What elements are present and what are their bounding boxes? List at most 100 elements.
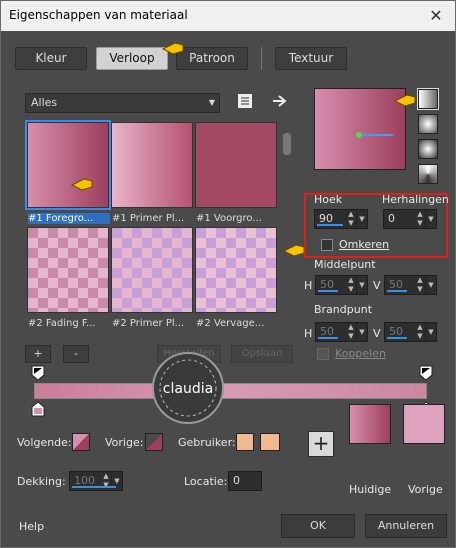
close-button[interactable]: ✕ bbox=[425, 5, 447, 27]
library-icon[interactable] bbox=[237, 93, 253, 109]
category-dropdown[interactable]: Alles ▼ bbox=[25, 93, 220, 113]
angle-input[interactable]: 90 ▲ ▼ ▼ bbox=[314, 209, 368, 229]
repeat-label: Herhalingen bbox=[382, 193, 449, 206]
prev-stop-swatch[interactable] bbox=[145, 433, 163, 451]
material-properties-dialog: Eigenschappen van materiaal ✕ Kleur Verl… bbox=[0, 0, 456, 548]
color-stop-marker-icon[interactable] bbox=[31, 401, 45, 417]
swatch-label: #1 Primer Pl... bbox=[112, 213, 185, 224]
center-label: Middelpunt bbox=[314, 258, 376, 271]
hand-pointer-icon bbox=[282, 244, 305, 257]
tab-separator bbox=[261, 47, 262, 70]
chevron-down-icon[interactable]: ▼ bbox=[356, 210, 367, 228]
sunburst-style-button[interactable] bbox=[418, 139, 438, 159]
gradient-swatch[interactable]: #1 Primer Pl... bbox=[111, 122, 193, 224]
location-label: Locatie: bbox=[184, 475, 228, 488]
value-bar bbox=[387, 290, 407, 292]
swatch-label: #1 Foregro... bbox=[28, 213, 110, 224]
center-v-input[interactable]: 50 ▲ ▼ ▼ bbox=[384, 275, 437, 295]
chevron-down-icon[interactable]: ▼ bbox=[425, 323, 436, 341]
current-material-swatch[interactable] bbox=[349, 404, 391, 444]
gradient-editor-bar[interactable] bbox=[34, 383, 427, 399]
gradient-swatch[interactable]: #2 Primer Pl... bbox=[111, 227, 193, 329]
repeat-input[interactable]: 0 ▲ ▼ ▼ bbox=[383, 209, 437, 229]
watermark-text: claudia bbox=[163, 381, 213, 397]
swatch-label: #2 Fading F... bbox=[28, 318, 96, 329]
opacity-stop-marker-icon[interactable] bbox=[419, 365, 433, 381]
invert-checkbox[interactable] bbox=[321, 239, 333, 251]
category-value: Alles bbox=[31, 96, 58, 109]
opacity-label: Dekking: bbox=[17, 475, 66, 488]
chevron-down-icon[interactable]: ▼ bbox=[425, 276, 436, 294]
hand-pointer-icon bbox=[70, 178, 93, 191]
watermark-logo: claudia bbox=[152, 352, 224, 424]
add-swatch-button[interactable]: + bbox=[308, 431, 334, 457]
location-input[interactable]: 0 bbox=[228, 471, 262, 491]
link-label: Koppelen bbox=[335, 347, 386, 360]
focal-v-label: V bbox=[373, 327, 381, 340]
gradient-swatch[interactable]: #1 Foregro... bbox=[25, 120, 111, 224]
location-value: 0 bbox=[233, 474, 240, 487]
scroll-thumb[interactable] bbox=[283, 133, 291, 155]
user-label: Gebruiker: bbox=[178, 436, 236, 449]
repeat-value: 0 bbox=[388, 212, 395, 225]
hand-pointer-icon bbox=[161, 42, 184, 55]
gradient-swatch[interactable]: #2 Fading F... bbox=[27, 227, 109, 329]
linear-style-button[interactable] bbox=[417, 88, 439, 110]
tab-kleur[interactable]: Kleur bbox=[15, 47, 87, 70]
gradient-swatch[interactable]: #2 Vervage... bbox=[195, 227, 277, 329]
previous-label: Vorige bbox=[408, 483, 443, 496]
opacity-input[interactable]: 100 ▲ ▼ ▼ bbox=[69, 471, 123, 491]
user-color-swatch[interactable] bbox=[236, 433, 254, 451]
cancel-button[interactable]: Annuleren bbox=[365, 514, 447, 538]
spin-arrows-icon[interactable]: ▲ ▼ bbox=[415, 210, 425, 228]
value-bar bbox=[387, 337, 407, 339]
spin-arrows-icon[interactable]: ▲ ▼ bbox=[346, 210, 356, 228]
focal-h-input[interactable]: 50 ▲ ▼ ▼ bbox=[315, 322, 368, 342]
value-bar bbox=[317, 224, 343, 226]
radial-style-button[interactable] bbox=[418, 164, 438, 184]
value-bar bbox=[72, 486, 116, 488]
hand-pointer-icon bbox=[393, 94, 416, 107]
chevron-down-icon[interactable]: ▼ bbox=[425, 210, 436, 228]
center-h-input[interactable]: 50 ▲ ▼ ▼ bbox=[315, 275, 368, 295]
next-stop-swatch[interactable] bbox=[72, 433, 90, 451]
save-button[interactable]: Opslaan bbox=[231, 345, 293, 363]
chevron-down-icon[interactable]: ▼ bbox=[356, 276, 367, 294]
gradient-swatch[interactable]: #1 Voorgro... bbox=[195, 122, 277, 224]
spin-arrows-icon[interactable]: ▲ ▼ bbox=[346, 276, 356, 294]
focal-v-input[interactable]: 50 ▲ ▼ ▼ bbox=[384, 322, 437, 342]
ok-button[interactable]: OK bbox=[281, 514, 355, 538]
angle-label: Hoek bbox=[314, 193, 343, 206]
user-color-swatch[interactable] bbox=[260, 433, 280, 451]
remove-gradient-button[interactable]: - bbox=[63, 345, 89, 363]
chevron-down-icon[interactable]: ▼ bbox=[356, 323, 367, 341]
invert-label: Omkeren bbox=[339, 238, 390, 251]
focal-h-label: H bbox=[304, 327, 313, 340]
tab-verloop[interactable]: Verloop bbox=[96, 47, 168, 70]
spin-arrows-icon[interactable]: ▲ ▼ bbox=[415, 323, 425, 341]
spin-arrows-icon[interactable]: ▲ ▼ bbox=[415, 276, 425, 294]
center-h-label: H bbox=[304, 279, 313, 292]
rectangular-style-button[interactable] bbox=[418, 114, 438, 134]
help-link[interactable]: Help bbox=[19, 520, 44, 533]
prev-label: Vorige: bbox=[105, 436, 144, 449]
focal-label: Brandpunt bbox=[314, 303, 373, 316]
previous-material-swatch[interactable] bbox=[403, 404, 445, 444]
gradient-direction-handle[interactable] bbox=[355, 131, 395, 139]
spin-arrows-icon[interactable]: ▲ ▼ bbox=[346, 323, 356, 341]
next-label: Volgende: bbox=[17, 436, 72, 449]
tab-textuur[interactable]: Textuur bbox=[275, 47, 347, 70]
swatch-label: #1 Voorgro... bbox=[196, 213, 262, 224]
value-bar bbox=[318, 337, 338, 339]
center-v-label: V bbox=[373, 279, 381, 292]
opacity-stop-marker-icon[interactable] bbox=[31, 365, 45, 381]
swatch-label: #2 Vervage... bbox=[196, 318, 265, 329]
window-title: Eigenschappen van materiaal bbox=[9, 8, 188, 22]
current-label: Huidige bbox=[349, 483, 392, 496]
arrow-right-icon[interactable] bbox=[271, 93, 289, 109]
value-bar bbox=[318, 290, 338, 292]
add-gradient-button[interactable]: + bbox=[25, 345, 51, 363]
title-bar: Eigenschappen van materiaal ✕ bbox=[1, 1, 455, 31]
link-checkbox[interactable] bbox=[317, 348, 329, 360]
swatch-scrollbar[interactable] bbox=[281, 121, 293, 328]
